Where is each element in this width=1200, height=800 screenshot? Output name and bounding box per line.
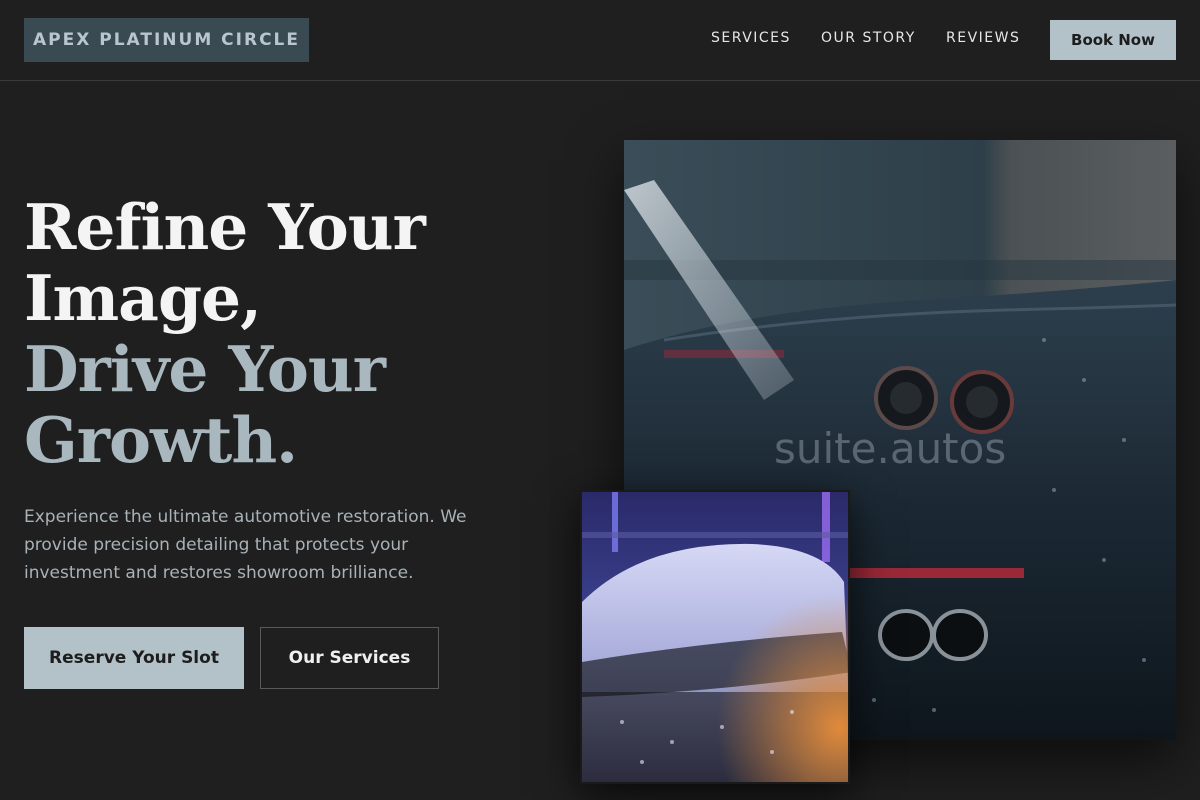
brand-logo[interactable]: APEX PLATINUM CIRCLE <box>24 18 309 62</box>
hero-subtitle: Experience the ultimate automotive resto… <box>24 507 467 583</box>
hero-title-line-2: Image, <box>24 261 262 335</box>
hero-title: Refine Your Image, Drive Your Growth. <box>24 192 564 476</box>
reserve-slot-button[interactable]: Reserve Your Slot <box>24 627 244 689</box>
nav-services[interactable]: SERVICES <box>711 30 791 50</box>
foam-car-illustration <box>582 492 848 782</box>
hero-title-line-4: Growth. <box>24 403 298 477</box>
site-header: APEX PLATINUM CIRCLE SERVICES OUR STORY … <box>0 0 1200 81</box>
nav-reviews[interactable]: REVIEWS <box>946 30 1020 50</box>
image-watermark: suite.autos <box>774 424 1007 473</box>
our-services-button[interactable]: Our Services <box>260 627 439 689</box>
nav-our-story[interactable]: OUR STORY <box>821 30 916 50</box>
book-now-button[interactable]: Book Now <box>1050 20 1176 60</box>
hero-title-line-3: Drive Your <box>24 332 386 406</box>
hero-title-line-1: Refine Your <box>24 190 426 264</box>
foam-car-image <box>580 490 850 784</box>
